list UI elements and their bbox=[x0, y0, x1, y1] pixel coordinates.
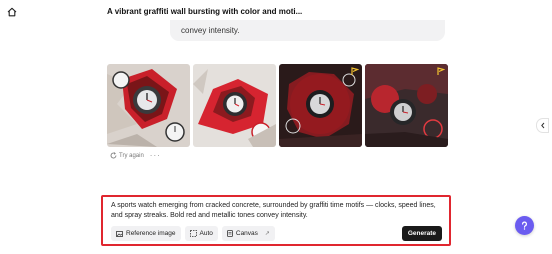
graffiti-watch-image bbox=[107, 64, 190, 147]
more-options-button[interactable]: ··· bbox=[150, 151, 161, 159]
previous-message-text: convey intensity. bbox=[181, 26, 240, 35]
chevron-left-icon bbox=[540, 122, 544, 129]
refresh-icon bbox=[110, 152, 117, 159]
auto-ratio-button[interactable]: Auto bbox=[184, 226, 218, 241]
external-link-icon: ↗ bbox=[264, 231, 270, 237]
canvas-icon bbox=[226, 230, 233, 237]
flag-icon[interactable] bbox=[350, 67, 359, 76]
try-again-button[interactable]: Try again bbox=[110, 152, 144, 159]
reference-image-button[interactable]: Reference image bbox=[111, 226, 181, 241]
try-again-label: Try again bbox=[119, 152, 144, 159]
result-images bbox=[107, 64, 448, 147]
graffiti-watch-image bbox=[279, 64, 362, 147]
home-icon bbox=[7, 7, 17, 17]
result-image-4[interactable] bbox=[365, 64, 448, 147]
result-image-3[interactable] bbox=[279, 64, 362, 147]
previous-message-bubble: convey intensity. bbox=[170, 20, 445, 41]
canvas-button[interactable]: Canvas ↗ bbox=[221, 226, 275, 241]
help-button[interactable] bbox=[515, 216, 534, 235]
prompt-composer: A sports watch emerging from cracked con… bbox=[101, 195, 451, 246]
help-icon bbox=[522, 221, 527, 230]
prompt-input[interactable]: A sports watch emerging from cracked con… bbox=[111, 201, 441, 221]
graffiti-watch-image bbox=[365, 64, 448, 147]
result-image-2[interactable] bbox=[193, 64, 276, 147]
result-actions: Try again ··· bbox=[110, 151, 161, 159]
generate-button[interactable]: Generate bbox=[401, 226, 442, 241]
home-button[interactable] bbox=[6, 6, 18, 18]
prompt-tools: Reference image Auto Canvas ↗ bbox=[111, 226, 275, 241]
aspect-ratio-icon bbox=[189, 230, 197, 237]
flag-icon[interactable] bbox=[436, 67, 445, 76]
side-panel-toggle[interactable] bbox=[536, 118, 549, 133]
auto-label: Auto bbox=[199, 230, 213, 237]
page-title: A vibrant graffiti wall bursting with co… bbox=[107, 7, 303, 16]
result-image-1[interactable] bbox=[107, 64, 190, 147]
graffiti-watch-image bbox=[193, 64, 276, 147]
reference-image-label: Reference image bbox=[126, 230, 176, 237]
image-icon bbox=[116, 230, 123, 237]
canvas-label: Canvas bbox=[235, 230, 258, 237]
